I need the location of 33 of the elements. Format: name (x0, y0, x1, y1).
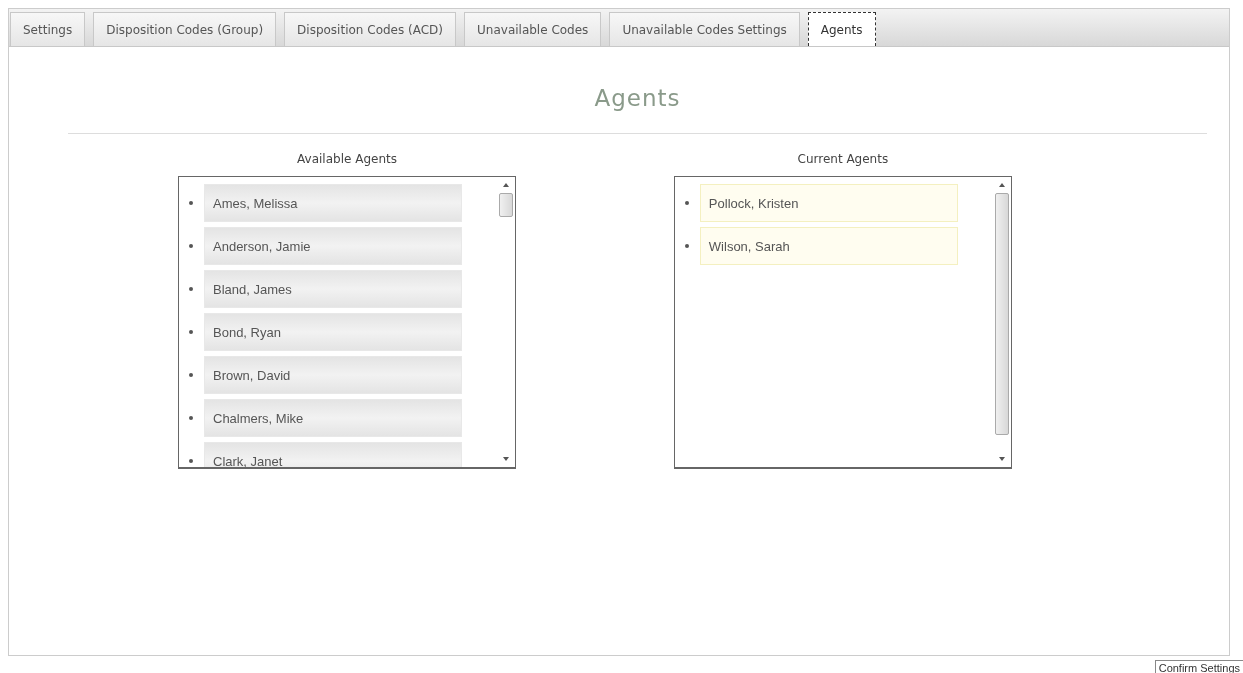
bullet-icon (189, 416, 193, 420)
agent-item[interactable]: Brown, David (204, 356, 462, 394)
bullet-icon (189, 459, 193, 463)
scroll-up-icon[interactable] (997, 181, 1006, 189)
bullet-icon (684, 244, 689, 248)
scroll-thumb[interactable] (499, 193, 513, 217)
tab[interactable]: Agents (807, 12, 876, 46)
bullet-icon (189, 201, 193, 205)
tab[interactable]: Settings (10, 12, 86, 46)
tab[interactable]: Unavailable Codes Settings (609, 12, 800, 46)
agent-item[interactable]: Clark, Janet (204, 442, 462, 467)
agent-item[interactable]: Bland, James (204, 270, 462, 308)
agent-item[interactable]: Bond, Ryan (204, 313, 462, 351)
bullet-icon (189, 244, 193, 248)
scroll-up-icon[interactable] (502, 181, 510, 189)
scroll-down-icon[interactable] (502, 455, 510, 463)
tab[interactable]: Disposition Codes (Group) (93, 12, 277, 46)
bullet-icon (684, 201, 689, 205)
scroll-thumb[interactable] (994, 193, 1009, 435)
tab[interactable]: Disposition Codes (ACD) (284, 12, 457, 46)
bullet-icon (189, 287, 193, 291)
bullet-icon (189, 330, 193, 334)
page-heading: Agents (593, 85, 682, 113)
bullet-icon (189, 373, 193, 377)
list-heading: Available Agents (296, 152, 398, 166)
tab[interactable]: Unavailable Codes (464, 12, 602, 46)
agent-item[interactable]: Chalmers, Mike (204, 399, 462, 437)
scroll-down-icon[interactable] (997, 455, 1006, 463)
agent-item[interactable]: Pollock, Kristen (699, 184, 958, 222)
agent-item[interactable]: Ames, Melissa (204, 184, 462, 222)
list-heading: Current Agents (796, 152, 890, 166)
agent-item[interactable]: Wilson, Sarah (699, 227, 958, 265)
agent-item[interactable]: Anderson, Jamie (204, 227, 462, 265)
